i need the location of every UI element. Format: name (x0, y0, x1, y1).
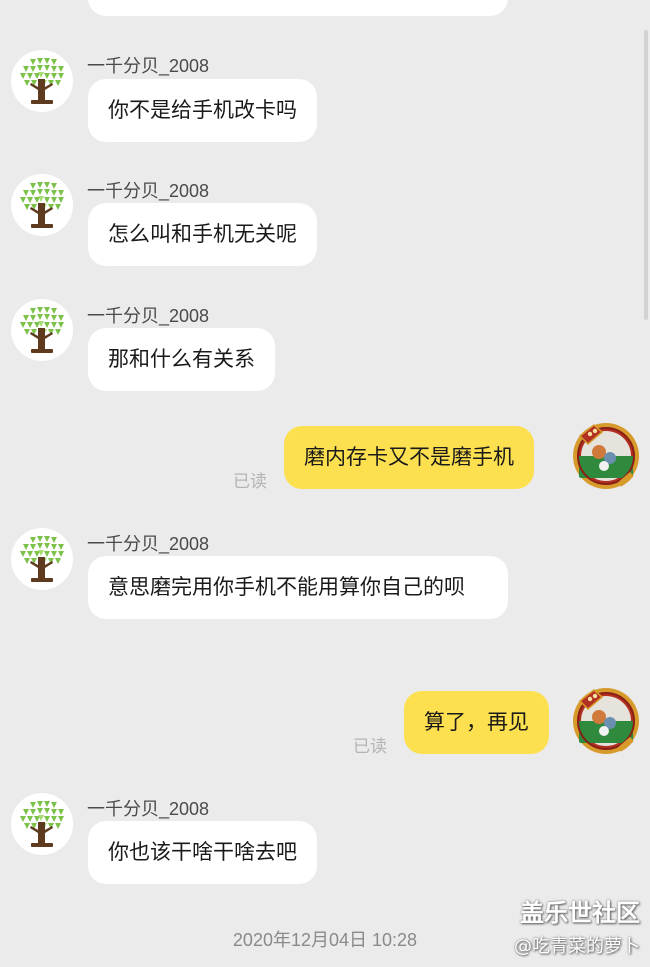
sender-name: 一千分贝_2008 (87, 56, 210, 76)
partial-message-bubble (88, 0, 508, 16)
sender-name: 一千分贝_2008 (87, 534, 210, 554)
read-status: 已读 (353, 737, 387, 757)
contact-avatar[interactable] (11, 528, 73, 590)
message-bubble[interactable]: 怎么叫和手机无关呢 (88, 203, 317, 266)
sender-name: 一千分贝_2008 (87, 306, 210, 326)
message-bubble[interactable]: 磨内存卡又不是磨手机 (284, 426, 534, 489)
scrollbar[interactable] (644, 30, 648, 320)
watermark-brand: 盖乐世社区 (520, 899, 640, 927)
self-avatar[interactable] (572, 687, 640, 755)
contact-avatar[interactable] (11, 174, 73, 236)
self-avatar[interactable] (572, 422, 640, 490)
tree-avatar-icon (11, 793, 73, 855)
tree-avatar-icon (11, 528, 73, 590)
tree-avatar-icon (11, 174, 73, 236)
read-status: 已读 (233, 472, 267, 492)
message-bubble[interactable]: 你也该干啥干啥去吧 (88, 821, 317, 884)
contact-avatar[interactable] (11, 50, 73, 112)
contact-avatar[interactable] (11, 793, 73, 855)
badge-avatar-icon (572, 422, 640, 490)
sender-name: 一千分贝_2008 (87, 181, 210, 201)
message-bubble[interactable]: 你不是给手机改卡吗 (88, 79, 317, 142)
message-bubble[interactable]: 意思磨完用你手机不能用算你自己的呗 (88, 556, 508, 619)
tree-avatar-icon (11, 299, 73, 361)
watermark-user: @吃青菜的萝卜 (514, 936, 640, 957)
badge-avatar-icon (572, 687, 640, 755)
message-bubble[interactable]: 算了，再见 (404, 691, 549, 754)
tree-avatar-icon (11, 50, 73, 112)
contact-avatar[interactable] (11, 299, 73, 361)
watermark: 盖乐世社区 @吃青菜的萝卜 (514, 893, 640, 958)
sender-name: 一千分贝_2008 (87, 799, 210, 819)
message-bubble[interactable]: 那和什么有关系 (88, 328, 275, 391)
